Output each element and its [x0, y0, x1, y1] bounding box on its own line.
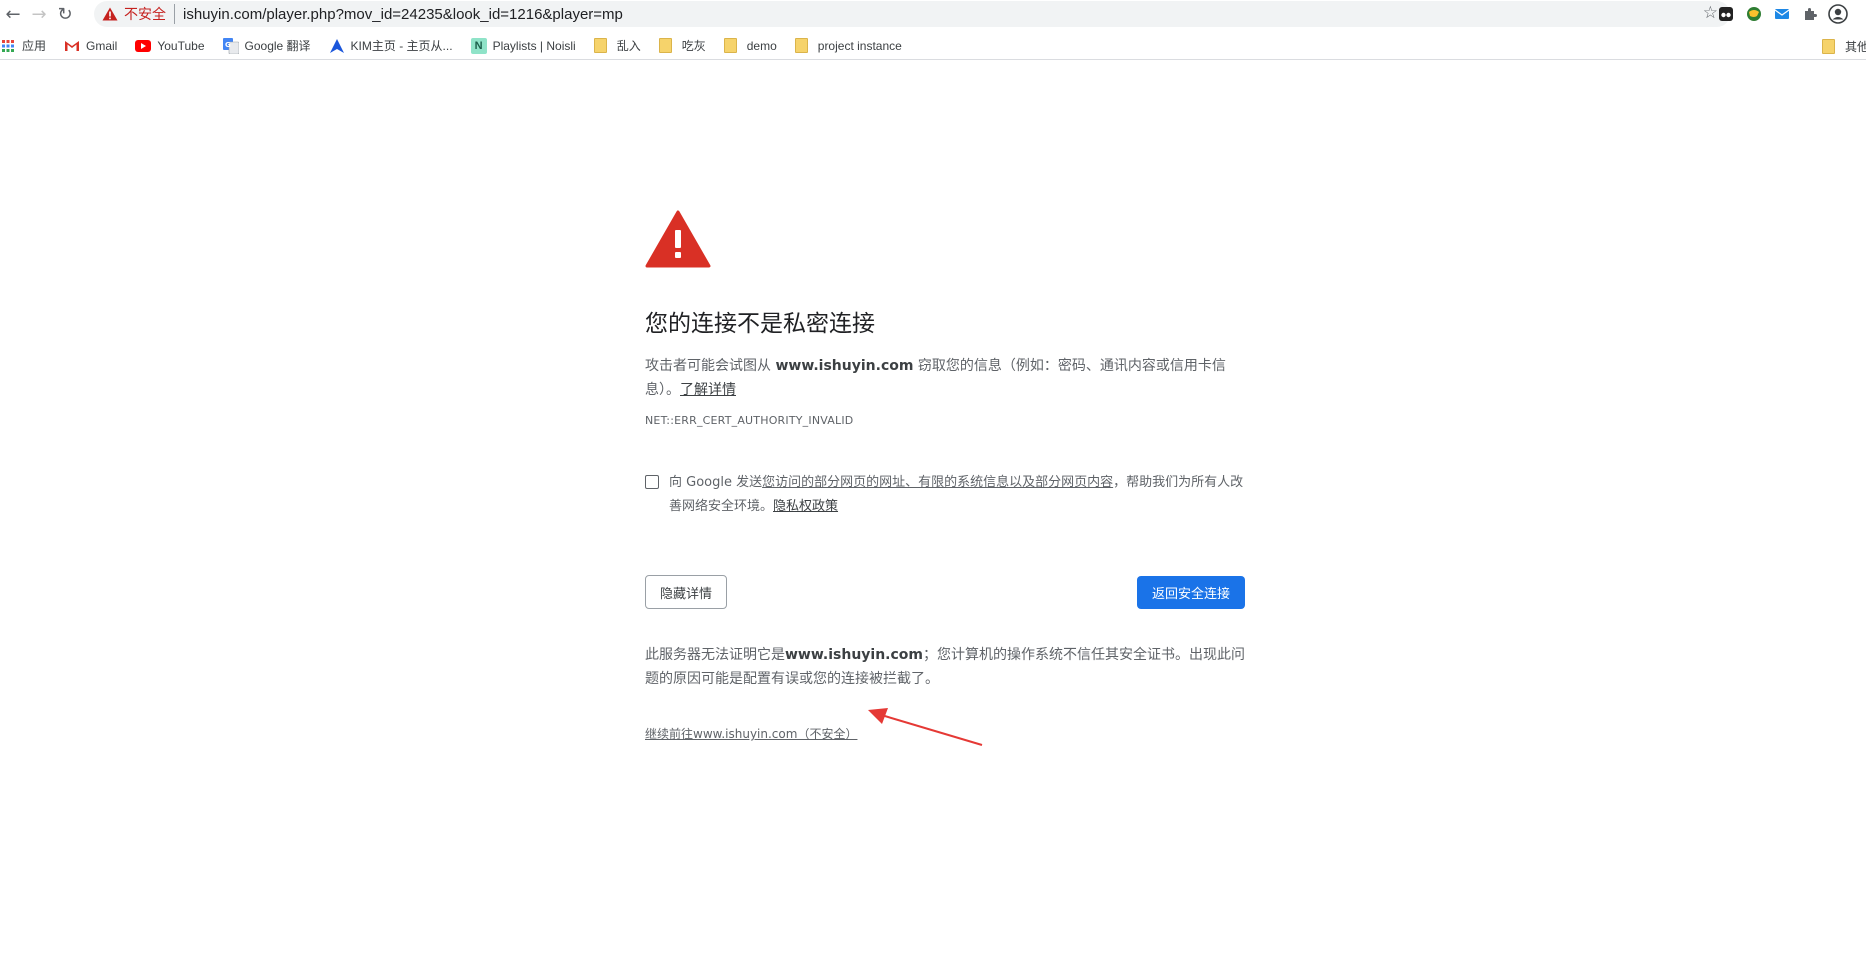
- bookmark-gmail[interactable]: Gmail: [64, 34, 125, 58]
- bookmarks-bar: 应用 Gmail YouTube G Google 翻译 KIM主页 - 主页从…: [0, 32, 1866, 60]
- privacy-policy-link[interactable]: 隐私权政策: [773, 499, 838, 514]
- tampermonkey-icon[interactable]: [1712, 0, 1740, 28]
- warning-triangle-icon: [645, 210, 711, 268]
- svg-text:G: G: [225, 41, 231, 49]
- youtube-icon: [135, 38, 152, 54]
- url-text[interactable]: ishuyin.com/player.php?mov_id=24235&look…: [183, 6, 623, 23]
- bookmark-label: demo: [746, 38, 777, 53]
- folder-icon: [593, 38, 607, 53]
- bookmark-folder-demo[interactable]: demo: [723, 34, 785, 58]
- back-arrow-icon[interactable]: ←: [0, 1, 26, 27]
- learn-more-link[interactable]: 了解详情: [680, 382, 736, 398]
- bookmark-youtube[interactable]: YouTube: [135, 34, 212, 58]
- hide-details-button[interactable]: 隐藏详情: [645, 575, 728, 609]
- bookmark-label: Google 翻译: [244, 39, 311, 53]
- optin-text: 向 Google 发送您访问的部分网页的网址、有限的系统信息以及部分网页内容，帮…: [669, 471, 1245, 519]
- browser-toolbar: ← → ↻ 不安全 ishuyin.com/player.php?mov_id=…: [0, 0, 1866, 28]
- folder-icon: [794, 38, 808, 53]
- back-to-safety-button[interactable]: 返回安全连接: [1136, 575, 1245, 609]
- profile-icon[interactable]: [1824, 0, 1852, 28]
- optin-data-link[interactable]: 您访问的部分网页的网址、有限的系统信息以及部分网页内容: [762, 475, 1113, 490]
- bookmark-label: 乱入: [616, 39, 641, 53]
- annotation-arrow-icon: [868, 708, 983, 746]
- optin-checkbox[interactable]: [645, 475, 659, 489]
- apps-grid-icon: [0, 38, 16, 54]
- bookmark-label: YouTube: [157, 38, 205, 53]
- privacy-error-page: 您的连接不是私密连接 攻击者可能会试图从 www.ishuyin.com 窃取您…: [645, 210, 1245, 742]
- bookmark-label: 其他: [1845, 39, 1866, 54]
- proceed-unsafe-link[interactable]: 继续前往www.ishuyin.com（不安全）: [645, 725, 857, 742]
- desc-prefix: 攻击者可能会试图从: [645, 358, 776, 374]
- button-row: 隐藏详情 返回安全连接: [645, 575, 1245, 609]
- bookmark-label: project instance: [817, 38, 902, 53]
- optin-prefix: 向 Google 发送: [669, 475, 763, 490]
- extensions-area: [1712, 0, 1852, 28]
- bookmark-label: Gmail: [86, 38, 118, 53]
- page-title: 您的连接不是私密连接: [645, 310, 875, 336]
- warning-triangle-icon: [102, 7, 118, 21]
- bookmark-apps[interactable]: 应用: [0, 34, 54, 58]
- desc-domain: www.ishuyin.com: [775, 358, 914, 374]
- security-label: 不安全: [124, 6, 166, 22]
- bookmark-folder-chihui[interactable]: 吃灰: [658, 34, 714, 58]
- bookmark-google-translate[interactable]: G Google 翻译: [222, 34, 319, 58]
- bookmark-other-folder[interactable]: 其他: [1822, 32, 1866, 59]
- safe-browsing-optin: 向 Google 发送您访问的部分网页的网址、有限的系统信息以及部分网页内容，帮…: [645, 471, 1245, 519]
- mail-extension-icon[interactable]: [1768, 0, 1796, 28]
- kim-icon: [329, 38, 345, 54]
- folder-icon: [723, 38, 737, 53]
- bookmark-label: Playlists | Noisli: [492, 38, 576, 53]
- bookmark-folder-project-instance[interactable]: project instance: [794, 34, 910, 58]
- bookmark-label: KIM主页 - 主页从...: [350, 39, 453, 53]
- security-chip[interactable]: 不安全: [102, 4, 175, 24]
- google-translate-icon: G: [222, 37, 239, 54]
- details-text: 此服务器无法证明它是www.ishuyin.com；您计算机的操作系统不信任其安…: [645, 643, 1245, 691]
- bookmark-label: 应用: [22, 39, 47, 53]
- details-domain: www.ishuyin.com: [785, 647, 924, 663]
- bookmark-label: 吃灰: [681, 39, 706, 53]
- details-prefix: 此服务器无法证明它是: [645, 647, 785, 663]
- folder-icon: [658, 38, 672, 53]
- bookmark-folder-luanru[interactable]: 乱入: [593, 34, 649, 58]
- noisli-icon: N: [470, 37, 487, 54]
- error-code: NET::ERR_CERT_AUTHORITY_INVALID: [645, 414, 854, 427]
- reload-icon[interactable]: ↻: [52, 1, 78, 27]
- gmail-icon: [64, 38, 80, 54]
- address-bar[interactable]: 不安全 ishuyin.com/player.php?mov_id=24235&…: [94, 1, 1730, 27]
- bookmark-kim[interactable]: KIM主页 - 主页从...: [329, 34, 461, 58]
- puzzle-icon[interactable]: [1796, 0, 1824, 28]
- main-description: 攻击者可能会试图从 www.ishuyin.com 窃取您的信息（例如：密码、通…: [645, 354, 1245, 402]
- bookmark-noisli[interactable]: N Playlists | Noisli: [470, 34, 584, 58]
- folder-icon: [1822, 38, 1835, 54]
- forward-arrow-icon[interactable]: →: [26, 1, 52, 27]
- globe-extension-icon[interactable]: [1740, 0, 1768, 28]
